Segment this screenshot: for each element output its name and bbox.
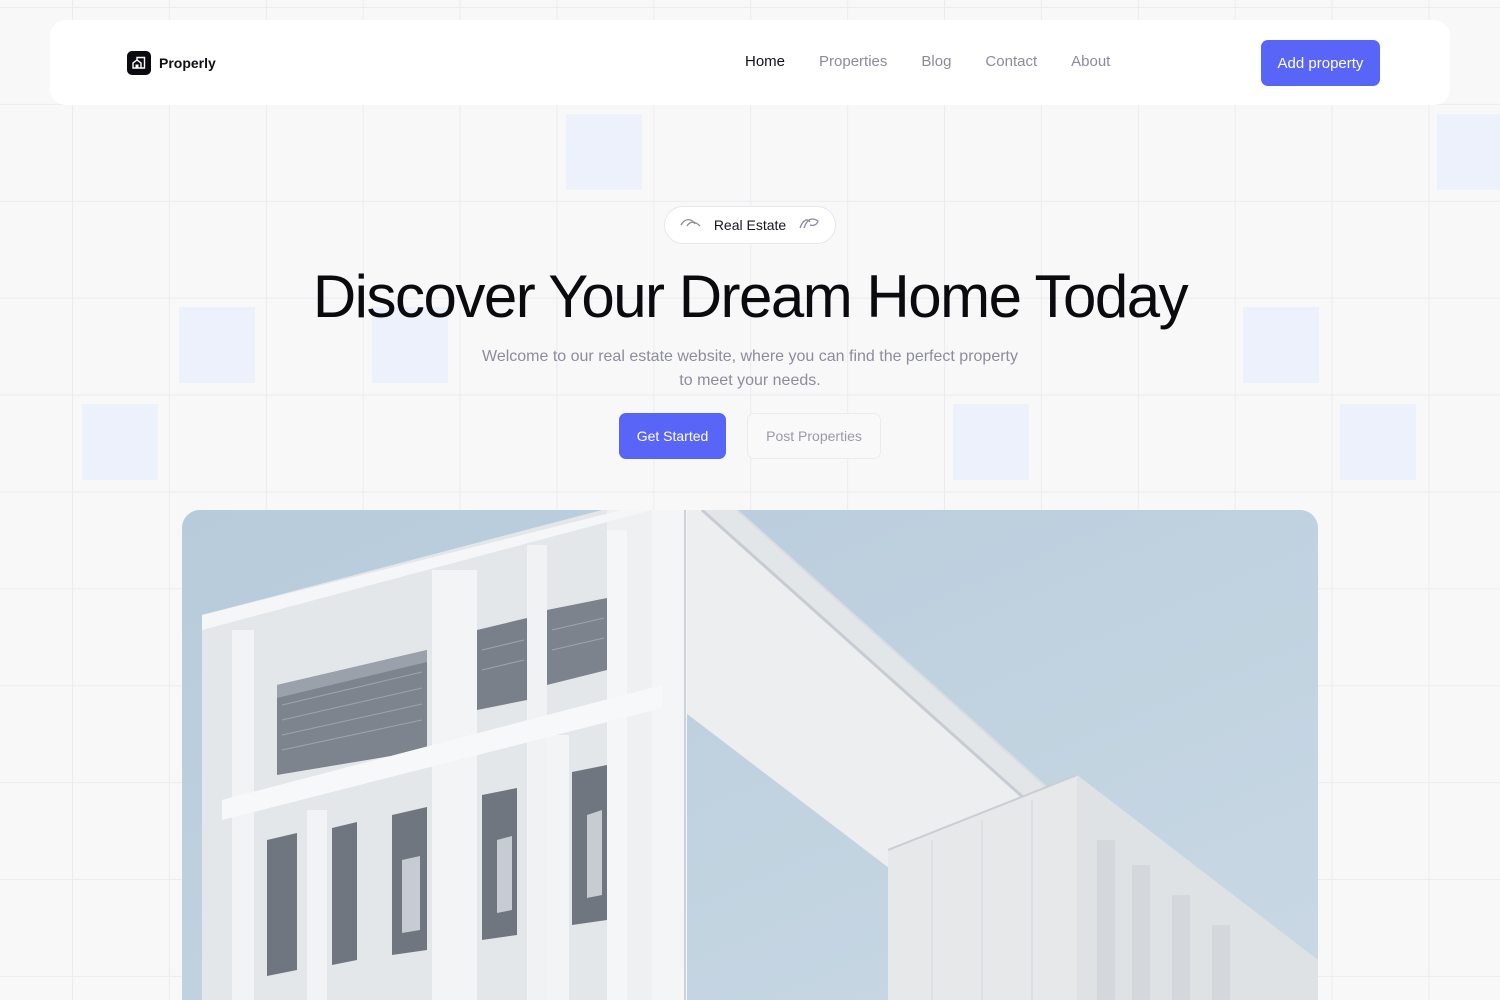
house-icon	[127, 51, 151, 75]
nav-link-properties[interactable]: Properties	[819, 53, 887, 70]
swirl-right-icon	[798, 216, 820, 235]
post-properties-button[interactable]: Post Properties	[747, 413, 881, 459]
hero-building-image	[182, 510, 1318, 1000]
hero-title: Discover Your Dream Home Today	[312, 263, 1189, 330]
decor-tile	[82, 404, 158, 480]
decor-tile	[566, 114, 642, 190]
badge-label: Real Estate	[713, 217, 787, 233]
nav-link-contact[interactable]: Contact	[985, 53, 1037, 70]
get-started-button[interactable]: Get Started	[619, 413, 726, 459]
top-navbar: Properly Home Properties Blog Contact Ab…	[50, 20, 1450, 105]
brand-name: Properly	[159, 55, 216, 71]
category-badge: Real Estate	[664, 206, 836, 244]
nav-link-blog[interactable]: Blog	[921, 53, 951, 70]
swirl-left-icon	[680, 216, 702, 234]
add-property-button[interactable]: Add property	[1261, 40, 1380, 86]
nav-link-home[interactable]: Home	[745, 53, 785, 70]
decor-tile	[953, 404, 1029, 480]
decor-tile	[1340, 404, 1416, 480]
hero-subtitle: Welcome to our real estate website, wher…	[482, 348, 1018, 389]
nav-link-about[interactable]: About	[1071, 53, 1110, 70]
decor-tile	[1437, 114, 1500, 190]
brand-logo[interactable]: Properly	[127, 51, 216, 75]
main-nav: Home Properties Blog Contact About	[745, 53, 1110, 70]
landing-page: Properly Home Properties Blog Contact Ab…	[0, 0, 1500, 1000]
